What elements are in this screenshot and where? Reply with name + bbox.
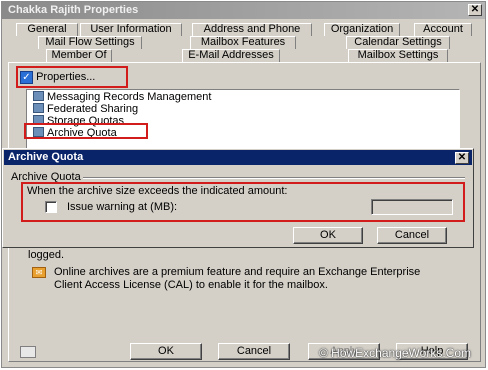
dialog-title: Archive Quota [8,151,84,163]
tab-email-addresses[interactable]: E-Mail Addresses [182,49,280,62]
watermark: © HowExchangeWorks.Com [318,346,471,360]
tab-general[interactable]: General [16,23,78,36]
tab-row-3: Member Of E-Mail Addresses Mailbox Setti… [2,49,485,62]
properties-label: Properties... [36,71,96,83]
tree-item-label: Federated Sharing [47,103,139,115]
window-title: Chakka Rajith Properties [8,4,139,16]
tab-member-of[interactable]: Member Of [46,49,112,62]
tree-item-label: Messaging Records Management [47,91,212,103]
tab-calendar-settings[interactable]: Calendar Settings [346,36,450,49]
archive-description: When the archive size exceeds the indica… [27,185,288,197]
dialog-ok-button[interactable]: OK [293,227,363,244]
window-close-button[interactable]: ✕ [468,4,482,16]
settings-tree: Messaging Records Management Federated S… [26,89,460,149]
info-icon: ✉ [32,267,46,278]
tab-user-information[interactable]: User Information [80,23,182,36]
group-divider [83,177,465,179]
archive-quota-highlight [24,123,148,139]
records-icon [33,91,44,101]
sharing-icon [33,103,44,113]
dialog-title-bar: Archive Quota ✕ [4,150,472,165]
tab-mail-flow-settings[interactable]: Mail Flow Settings [38,36,142,49]
properties-window: Chakka Rajith Properties ✕ General User … [1,1,486,368]
properties-icon: ✓ [20,70,33,84]
tab-address-and-phone[interactable]: Address and Phone [192,23,312,36]
dialog-close-button[interactable]: ✕ [455,152,469,164]
issue-warning-checkbox[interactable] [45,201,57,213]
issue-warning-label: Issue warning at (MB): [67,201,178,213]
dialog-cancel-button[interactable]: Cancel [377,227,447,244]
properties-button[interactable]: ✓ Properties... [20,69,95,85]
archive-quota-dialog: Archive Quota ✕ Archive Quota When the a… [2,148,474,248]
logged-text: logged. [28,249,65,261]
properties-page-icon [20,346,36,358]
ok-button[interactable]: OK [130,343,202,360]
issue-warning-input[interactable] [371,199,453,215]
cancel-button[interactable]: Cancel [218,343,290,360]
window-title-bar: Chakka Rajith Properties ✕ [2,2,485,19]
tab-organization[interactable]: Organization [324,23,400,36]
tab-mailbox-settings[interactable]: Mailbox Settings [348,49,448,62]
tab-row-1: General User Information Address and Pho… [2,23,485,36]
tab-mailbox-features[interactable]: Mailbox Features [190,36,296,49]
tree-item-messaging-records[interactable]: Messaging Records Management [33,91,211,103]
tab-row-2: Mail Flow Settings Mailbox Features Cale… [2,36,485,49]
archive-license-note: Online archives are a premium feature an… [54,266,421,291]
tab-account[interactable]: Account [414,23,472,36]
tree-item-federated-sharing[interactable]: Federated Sharing [33,103,138,115]
